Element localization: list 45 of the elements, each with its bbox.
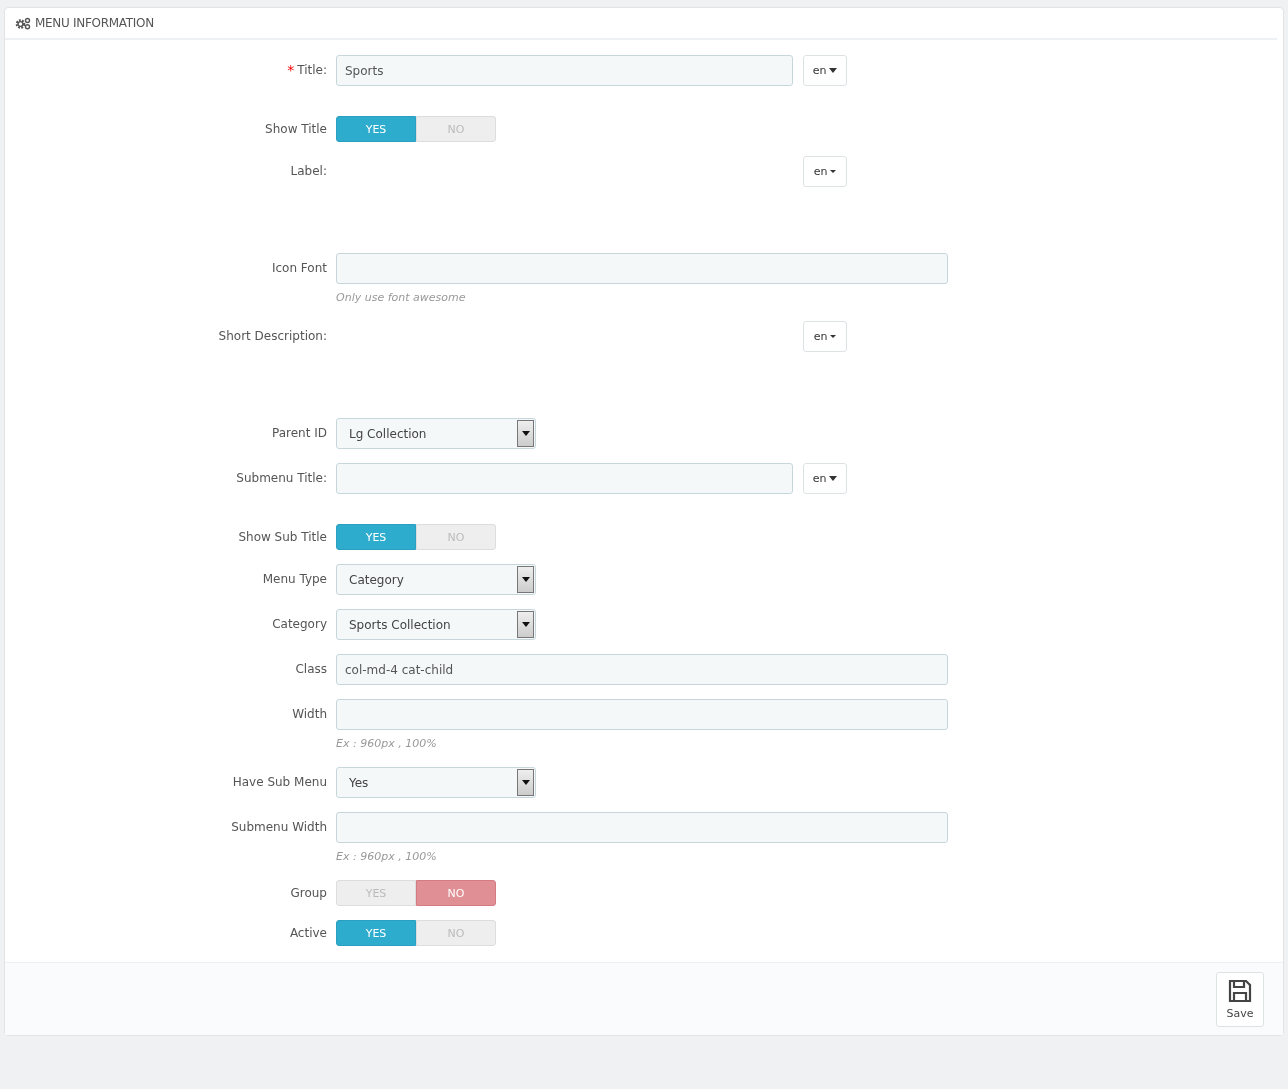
field-label: Short Description: bbox=[218, 328, 327, 345]
text-field[interactable]: col-md-4 cat-child bbox=[336, 654, 948, 685]
language-dropdown[interactable]: en bbox=[803, 55, 847, 86]
caret-icon bbox=[521, 577, 530, 582]
field-label: Submenu Title: bbox=[236, 470, 327, 487]
text-field[interactable] bbox=[336, 812, 948, 843]
text-field[interactable]: Sports bbox=[336, 55, 793, 86]
field-label: Parent ID bbox=[272, 425, 327, 442]
gears-icon bbox=[15, 16, 31, 30]
panel-title: MENU INFORMATION bbox=[35, 16, 154, 30]
field-label: Show Sub Title bbox=[238, 529, 327, 546]
text-field[interactable] bbox=[336, 463, 793, 494]
field-label: Width bbox=[292, 706, 327, 723]
text-field[interactable] bbox=[336, 253, 948, 284]
caret-icon bbox=[521, 622, 530, 627]
field-label: Menu Type bbox=[262, 571, 327, 588]
caret-icon bbox=[830, 335, 837, 338]
field-label: Class bbox=[295, 661, 327, 678]
field-label: Group bbox=[290, 885, 327, 902]
help-text: Ex : 960px , 100% bbox=[336, 737, 438, 750]
language-dropdown[interactable]: en bbox=[803, 463, 847, 494]
help-text: Only use font awesome bbox=[336, 291, 467, 304]
field-label: Show Title bbox=[265, 121, 327, 138]
caret-icon bbox=[830, 170, 837, 173]
field-label: Icon Font bbox=[271, 260, 327, 277]
field-label: Active bbox=[289, 925, 327, 942]
field-label: Have Sub Menu bbox=[232, 774, 327, 791]
select-dropdown[interactable]: Category bbox=[336, 564, 536, 595]
select-dropdown[interactable]: Yes bbox=[336, 767, 536, 798]
field-label: Title: bbox=[297, 62, 327, 79]
save-button[interactable]: Save bbox=[1216, 971, 1264, 1027]
field-label: Submenu Width bbox=[231, 819, 327, 836]
select-dropdown[interactable]: Sports Collection bbox=[336, 609, 536, 640]
caret-icon bbox=[521, 780, 530, 785]
help-text: Ex : 960px , 100% bbox=[336, 850, 438, 863]
caret-icon bbox=[829, 68, 838, 73]
language-dropdown[interactable]: en bbox=[803, 156, 847, 187]
caret-icon bbox=[829, 476, 838, 481]
language-dropdown[interactable]: en bbox=[803, 321, 847, 352]
field-label: Label: bbox=[290, 163, 327, 180]
required-asterisk: * bbox=[287, 61, 295, 80]
caret-icon bbox=[521, 431, 530, 436]
select-dropdown[interactable]: Lg Collection bbox=[336, 418, 536, 449]
field-label: Category bbox=[272, 616, 327, 633]
text-field[interactable] bbox=[336, 699, 948, 730]
